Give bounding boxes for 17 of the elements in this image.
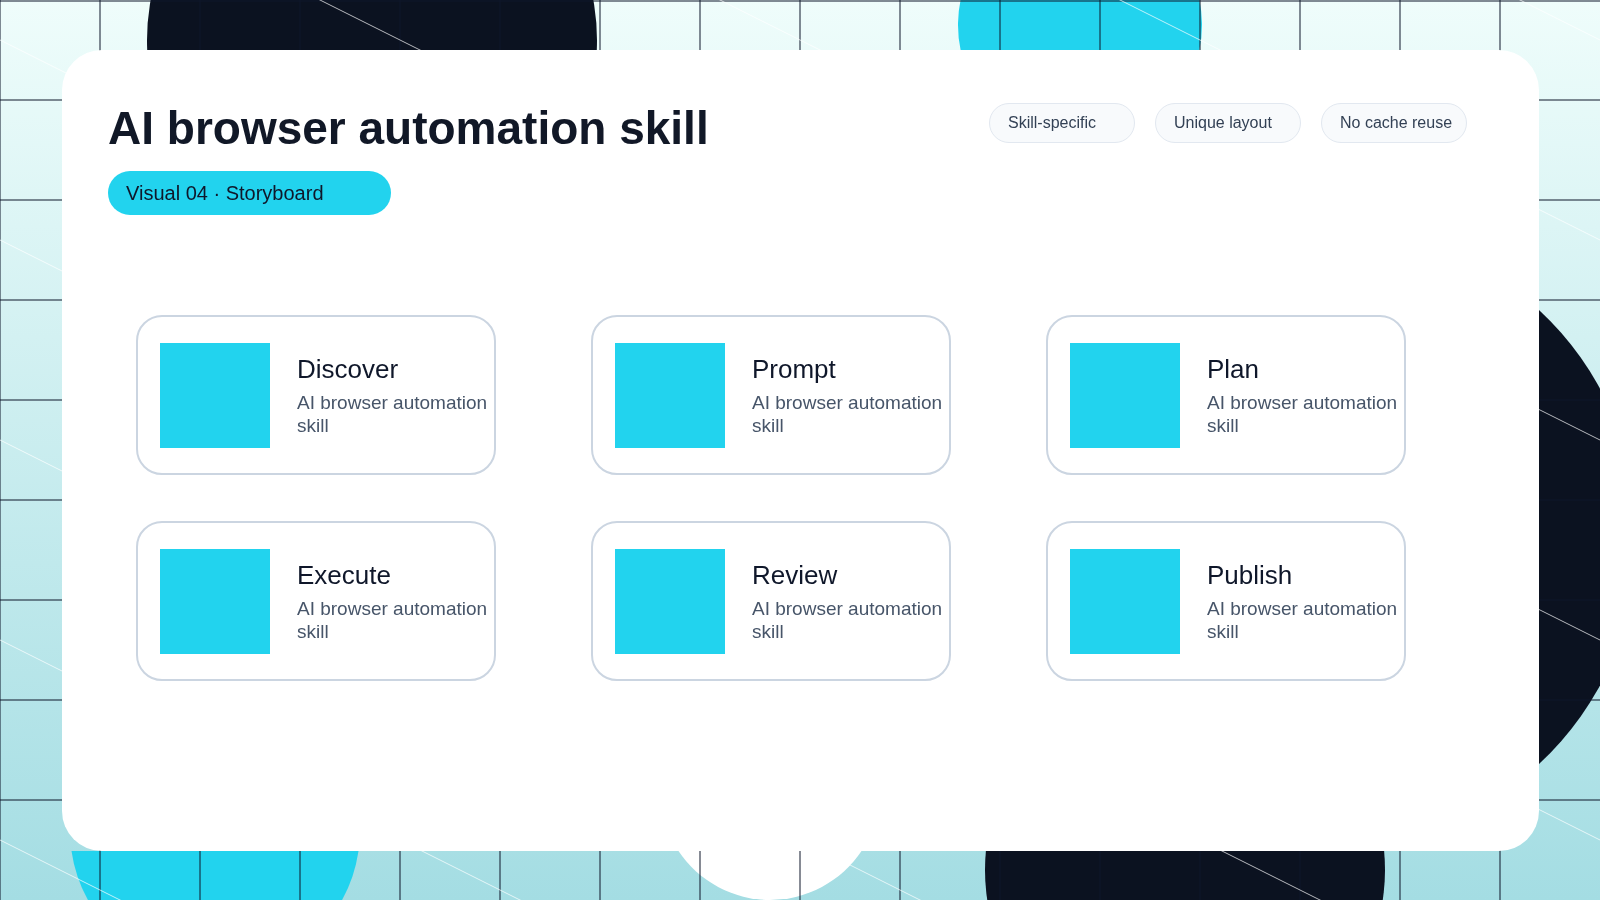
tag: Skill-specific [989, 103, 1135, 143]
step-title: Plan [1207, 353, 1261, 385]
step-title: Prompt [752, 353, 837, 385]
tag: No cache reuse [1321, 103, 1467, 143]
step-title: Review [752, 559, 839, 591]
tag: Unique layout [1155, 103, 1301, 143]
step-title: Publish [1207, 559, 1294, 591]
step-title: Execute [297, 559, 392, 591]
step-description: AI browser automation skill [297, 391, 489, 437]
step-description: AI browser automation skill [752, 391, 944, 437]
step-title: Discover [297, 353, 400, 385]
step-description: AI browser automation skill [1207, 597, 1399, 643]
subtitle-pill: Visual 04 · Storyboard [108, 171, 391, 215]
step-description: AI browser automation skill [752, 597, 944, 643]
slide-title: AI browser automation skill [108, 103, 709, 153]
step-description: AI browser automation skill [297, 597, 489, 643]
step-description: AI browser automation skill [1207, 391, 1399, 437]
